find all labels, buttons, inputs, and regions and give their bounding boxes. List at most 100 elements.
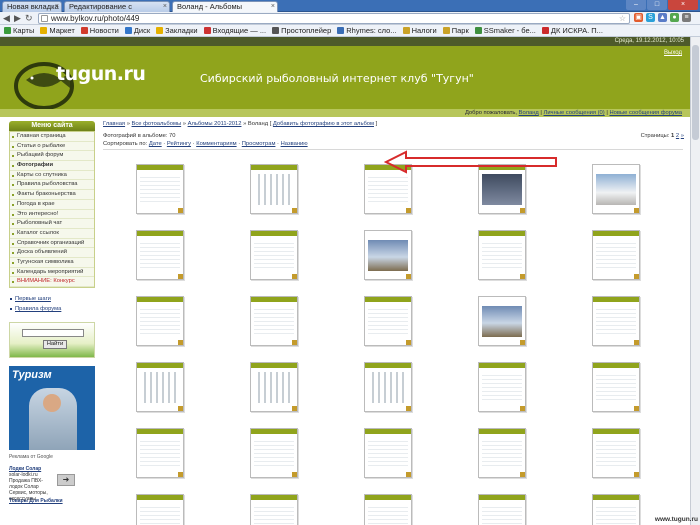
search-input[interactable] bbox=[22, 329, 84, 337]
photo-thumbnail[interactable] bbox=[364, 428, 412, 478]
search-button[interactable]: Найти bbox=[43, 340, 67, 349]
photo-thumbnail[interactable] bbox=[136, 296, 184, 346]
menu-item[interactable]: Погода в крае bbox=[10, 200, 94, 210]
menu-item[interactable]: Каталог ссылок bbox=[10, 229, 94, 239]
sort-views[interactable]: Просмотрам bbox=[242, 141, 276, 147]
photo-thumbnail[interactable] bbox=[592, 230, 640, 280]
bookmark-item[interactable]: Новости bbox=[80, 25, 119, 36]
menu-item[interactable]: Рыбацкий форум bbox=[10, 151, 94, 162]
bookmark-item[interactable]: Налоги bbox=[402, 25, 437, 36]
minimize-icon[interactable]: – bbox=[626, 0, 646, 10]
bookmark-item[interactable]: Rhymes: сло... bbox=[337, 25, 397, 36]
photo-thumbnail[interactable] bbox=[592, 164, 640, 214]
forward-icon[interactable]: ▶ bbox=[14, 13, 21, 24]
sort-rating[interactable]: Рейтингу bbox=[167, 141, 191, 147]
photo-thumbnail[interactable] bbox=[250, 362, 298, 412]
photo-thumbnail[interactable] bbox=[478, 296, 526, 346]
close-icon[interactable]: × bbox=[163, 2, 167, 12]
menu-item[interactable]: Тугунская символика bbox=[10, 258, 94, 268]
extension-icon[interactable]: ● bbox=[670, 13, 679, 22]
page-link[interactable]: 2 bbox=[676, 133, 679, 139]
tab-album[interactable]: Воланд - Альбомы × bbox=[172, 1, 278, 12]
scrollbar-thumb[interactable] bbox=[692, 45, 699, 140]
menu-item[interactable]: Правила рыболовства bbox=[10, 180, 94, 191]
menu-item-contest[interactable]: ВНИМАНИЕ: Конкурс bbox=[10, 277, 94, 287]
breadcrumb-home[interactable]: Главная bbox=[103, 121, 125, 127]
exit-link[interactable]: Выход bbox=[664, 50, 682, 56]
close-icon[interactable]: × bbox=[55, 2, 59, 12]
photo-thumbnail[interactable] bbox=[592, 362, 640, 412]
skype-icon[interactable]: S bbox=[646, 13, 655, 22]
bookmark-label: Rhymes: сло... bbox=[346, 25, 397, 35]
menu-item[interactable]: Доска объявлений bbox=[10, 248, 94, 258]
bookmark-item[interactable]: Входящие — ... bbox=[203, 25, 266, 36]
photo-thumbnail[interactable] bbox=[136, 428, 184, 478]
wrench-icon[interactable]: ≡ bbox=[682, 13, 691, 22]
bookmark-item[interactable]: SSmaker - бе... bbox=[474, 25, 536, 36]
photo-thumbnail[interactable] bbox=[592, 494, 640, 525]
photo-thumbnail[interactable] bbox=[250, 164, 298, 214]
bookmark-item[interactable]: Маркет bbox=[40, 25, 75, 36]
photo-thumbnail[interactable] bbox=[478, 494, 526, 525]
bookmark-star-icon[interactable]: ☆ bbox=[619, 14, 626, 23]
bookmark-item[interactable]: Карты bbox=[4, 25, 34, 36]
scrollbar[interactable] bbox=[690, 37, 700, 525]
extension-icon[interactable]: ▲ bbox=[658, 13, 667, 22]
page-next[interactable]: » bbox=[681, 133, 684, 139]
arrow-right-icon[interactable]: ➜ bbox=[57, 474, 75, 486]
photo-thumbnail[interactable] bbox=[364, 230, 412, 280]
menu-item[interactable]: Рыболовный чат bbox=[10, 219, 94, 229]
sort-comments[interactable]: Комментариям bbox=[196, 141, 236, 147]
photo-thumbnail[interactable] bbox=[136, 230, 184, 280]
breadcrumb-all-albums[interactable]: Все фотоальбомы bbox=[132, 121, 182, 127]
photo-thumbnail[interactable] bbox=[364, 494, 412, 525]
first-steps-link[interactable]: Первые шаги bbox=[9, 294, 95, 304]
user-link[interactable]: Воланд bbox=[519, 110, 539, 116]
menu-item[interactable]: Карты со спутника bbox=[10, 171, 94, 181]
photo-thumbnail[interactable] bbox=[478, 362, 526, 412]
text-ad[interactable]: Лодки Солар solar-lodki.ru Продажа ПВХ-л… bbox=[9, 466, 95, 502]
menu-item[interactable]: Факты браконьерства bbox=[10, 190, 94, 200]
add-photo-link[interactable]: Добавить фотографию в этот альбом bbox=[273, 121, 374, 127]
menu-item-photos[interactable]: Фотографии bbox=[10, 161, 94, 171]
tab-new[interactable]: Новая вкладка × bbox=[2, 1, 62, 12]
photo-thumbnail[interactable] bbox=[364, 362, 412, 412]
bookmark-item[interactable]: Диск bbox=[124, 25, 150, 36]
reload-icon[interactable]: ↻ bbox=[25, 13, 33, 24]
photo-thumbnail[interactable] bbox=[478, 230, 526, 280]
address-bar[interactable]: www.bylkov.ru/photo/449 ☆ bbox=[38, 13, 630, 24]
bookmark-item[interactable]: Простоплейер bbox=[272, 25, 331, 36]
photo-thumbnail[interactable] bbox=[250, 428, 298, 478]
forum-rules-link[interactable]: Правила форума bbox=[9, 304, 95, 314]
photo-thumbnail[interactable] bbox=[592, 428, 640, 478]
new-posts-link[interactable]: Новые сообщения форума bbox=[609, 110, 682, 116]
close-window-icon[interactable]: × bbox=[668, 0, 698, 10]
sort-date[interactable]: Дате bbox=[149, 141, 162, 147]
menu-item[interactable]: Это интересно! bbox=[10, 210, 94, 220]
photo-thumbnail[interactable] bbox=[364, 296, 412, 346]
photo-thumbnail[interactable] bbox=[250, 230, 298, 280]
menu-item[interactable]: Главная страница bbox=[10, 132, 94, 142]
maximize-icon[interactable]: □ bbox=[647, 0, 667, 10]
photo-thumbnail[interactable] bbox=[136, 164, 184, 214]
menu-item[interactable]: Справочник организаций bbox=[10, 239, 94, 249]
bookmark-item[interactable]: Закладки bbox=[156, 25, 198, 36]
bookmark-item[interactable]: ДК ИСКРА. П... bbox=[541, 25, 603, 36]
photo-thumbnail[interactable] bbox=[250, 296, 298, 346]
tab-edit[interactable]: Редактирование с × bbox=[64, 1, 170, 12]
back-icon[interactable]: ◀ bbox=[3, 13, 10, 24]
breadcrumb-albums-year[interactable]: Альбомы 2011-2012 bbox=[188, 121, 242, 127]
photo-thumbnail[interactable] bbox=[136, 494, 184, 525]
menu-item[interactable]: Календарь мероприятий bbox=[10, 268, 94, 278]
menu-item[interactable]: Статьи о рыбалке bbox=[10, 142, 94, 152]
photo-thumbnail[interactable] bbox=[478, 428, 526, 478]
tourism-banner[interactable]: Туризм bbox=[9, 366, 95, 450]
close-icon[interactable]: × bbox=[271, 2, 275, 12]
photo-thumbnail[interactable] bbox=[250, 494, 298, 525]
messages-link[interactable]: Личные сообщения (0) bbox=[544, 110, 605, 116]
photo-thumbnail[interactable] bbox=[592, 296, 640, 346]
extension-icon[interactable]: ▣ bbox=[634, 13, 643, 22]
photo-thumbnail[interactable] bbox=[136, 362, 184, 412]
bookmark-item[interactable]: Парк bbox=[442, 25, 469, 36]
sort-name[interactable]: Названию bbox=[281, 141, 308, 147]
